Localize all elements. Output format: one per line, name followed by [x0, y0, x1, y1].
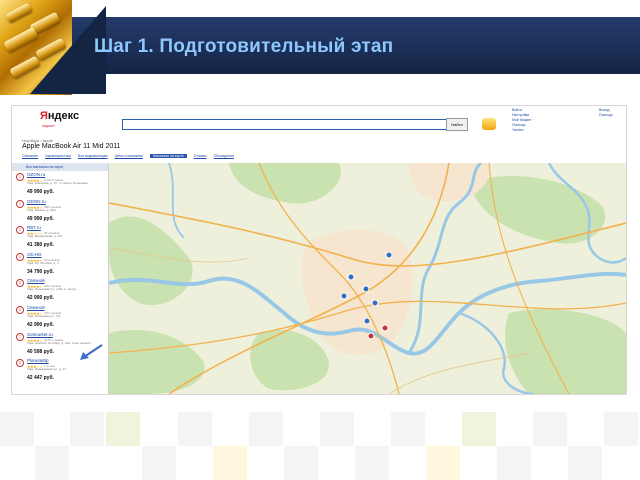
- checker-cell: [106, 412, 140, 446]
- item-number: 4: [16, 252, 24, 261]
- checker-cell: [142, 446, 176, 480]
- map-marker-6[interactable]: [381, 324, 389, 332]
- shop-name-link[interactable]: Citi-HD: [27, 252, 42, 257]
- tab-modifications[interactable]: Все модификации: [78, 154, 108, 158]
- shop-price: 42 990 руб.: [27, 321, 54, 328]
- forest-area: [505, 309, 626, 394]
- shop-address: Уфа, Пр. Октября, д. 4: [27, 260, 59, 265]
- shop-price: 49 990 руб.: [27, 189, 54, 195]
- user-links: Войти Настройки Мой Маркет Помощь Yandex: [512, 108, 532, 133]
- shop-price: 41 380 руб.: [27, 242, 54, 249]
- checker-cell: [391, 412, 425, 446]
- shop-price: 42 447 руб.: [27, 375, 54, 382]
- map-marker-4[interactable]: [363, 317, 371, 325]
- checker-cell: [355, 446, 389, 480]
- shop-price: 34 790 руб.: [27, 268, 54, 275]
- shop-address: Уфа, Менделеева, д. 137: [27, 234, 63, 239]
- service-tabs: Поиск Почта Карты Маркет Новости Словари…: [124, 109, 325, 123]
- checker-cell: [497, 446, 531, 480]
- checker-cell: [284, 446, 318, 480]
- search-input[interactable]: [122, 119, 454, 130]
- slide-title: Шаг 1. Подготовительный этап: [94, 36, 394, 57]
- user-link[interactable]: Yandex: [512, 128, 532, 133]
- map-marker-8[interactable]: [385, 251, 393, 259]
- shop-list-header[interactable]: Все магазины на карте: [12, 163, 108, 171]
- shop-price: 42 990 руб.: [27, 295, 54, 302]
- shop-list: Все магазины на карте 1 OZON.ru ★★★★☆ 10…: [12, 163, 109, 394]
- shop-list-item[interactable]: 8 Planeta8tp ★★★☆☆ 1 отзыв Уфа, Гражданс…: [12, 357, 108, 384]
- city-map[interactable]: [109, 163, 626, 394]
- checker-cell: [249, 412, 283, 446]
- checker-cell: [426, 446, 460, 480]
- tab-description[interactable]: Описание: [22, 154, 38, 158]
- tab-specs[interactable]: Характеристики: [45, 154, 71, 158]
- map-marker-7[interactable]: [340, 292, 348, 300]
- checker-cell: [213, 446, 247, 480]
- item-number: 2: [16, 199, 24, 208]
- map-marker-5[interactable]: [367, 332, 375, 340]
- shop-name-link[interactable]: Связной: [27, 278, 45, 283]
- checker-cell: [70, 412, 104, 446]
- find-button[interactable]: Найти: [446, 118, 468, 131]
- checker-cell: [604, 412, 638, 446]
- shop-name-link[interactable]: OZON.ru: [27, 172, 45, 177]
- help-link[interactable]: Помощь: [599, 113, 613, 118]
- shop-address: Уфа, Кольцевая ул., ТЦ: [27, 313, 61, 318]
- shop-list-item[interactable]: 6 Связной ★★★★☆ 105 отзывов Уфа, Кольцев…: [12, 304, 108, 331]
- market-label: маркет: [42, 123, 55, 128]
- item-number: 3: [16, 226, 24, 235]
- checker-cell: [568, 446, 602, 480]
- browser-screenshot: Яндекс маркет Поиск Почта Карты Маркет Н…: [12, 106, 626, 394]
- shop-list-item[interactable]: 4 Citi-HD ★★★★☆ 20 отзывов Уфа, Пр. Октя…: [12, 251, 108, 278]
- checker-cell: [462, 412, 496, 446]
- yandex-logo[interactable]: Яндекс: [40, 110, 79, 122]
- tab-prices[interactable]: Цены и магазины: [115, 154, 143, 158]
- checker-cell: [0, 412, 34, 446]
- shop-name-link[interactable]: Planeta8tp: [27, 358, 49, 363]
- tab-shops-map[interactable]: Магазины на карте: [149, 154, 187, 158]
- checker-cell: [533, 412, 567, 446]
- shop-address: Уфа, Комарова, д. 7/7, ст. метро Кольцев…: [27, 181, 88, 185]
- map-marker-1[interactable]: [347, 273, 355, 281]
- shop-list-item[interactable]: 5 Связной ★★★★☆ 105 отзывов Уфа, Кольцев…: [12, 277, 108, 304]
- product-title: Apple MacBook Air 11 Mid 2011: [22, 143, 121, 150]
- pointer-arrow-icon: [80, 344, 103, 360]
- checker-cell: [35, 446, 69, 480]
- account-links: Выход Помощь: [599, 108, 613, 118]
- slide-header: Шаг 1. Подготовительный этап: [0, 0, 640, 95]
- shop-address: Уфа, Кольцевая ул., д.60, ст. метро: [27, 287, 77, 292]
- shop-name-link[interactable]: RBT.ru: [27, 225, 41, 230]
- item-number: 5: [16, 279, 24, 288]
- product-tabs: Описание Характеристики Все модификации …: [22, 154, 240, 160]
- checker-cell: [178, 412, 212, 446]
- tab-discussions[interactable]: Обсуждения: [214, 154, 234, 158]
- shop-name-link[interactable]: ODON.ru: [27, 199, 46, 204]
- shop-name-link[interactable]: Связной: [27, 305, 45, 310]
- item-number: 6: [16, 305, 24, 314]
- item-number: 1: [16, 173, 24, 181]
- item-number: 8: [16, 359, 24, 368]
- map-marker-3[interactable]: [371, 299, 379, 307]
- shop-address: Уфа, Гражданская ул., д. 17: [27, 367, 67, 372]
- yandex-top-bar: Яндекс маркет Поиск Почта Карты Маркет Н…: [12, 106, 626, 136]
- shop-price: 49 990 руб.: [27, 215, 54, 222]
- checker-cell: [320, 412, 354, 446]
- shop-list-item[interactable]: 2 ODON.ru ★★★★☆ 388 отзывов Уфа, Ленина,…: [12, 198, 108, 225]
- shop-list-item[interactable]: 3 RBT.ru ★★☆☆☆ 25 отзывов Уфа, Менделеев…: [12, 224, 108, 251]
- item-number: 7: [16, 332, 24, 341]
- shop-name-link[interactable]: Sotmarket.ru: [27, 332, 53, 337]
- shop-price: 40 598 руб.: [27, 348, 54, 355]
- market-mascot-icon: [482, 118, 496, 130]
- shop-list-item[interactable]: 1 OZON.ru ★★★★☆ 1012 отзывов Уфа, Комаро…: [12, 171, 108, 198]
- tab-reviews[interactable]: Отзывы: [194, 154, 207, 158]
- map-marker-2[interactable]: [362, 285, 370, 293]
- shop-address: Уфа, Ленина, д. 63/1: [27, 207, 56, 212]
